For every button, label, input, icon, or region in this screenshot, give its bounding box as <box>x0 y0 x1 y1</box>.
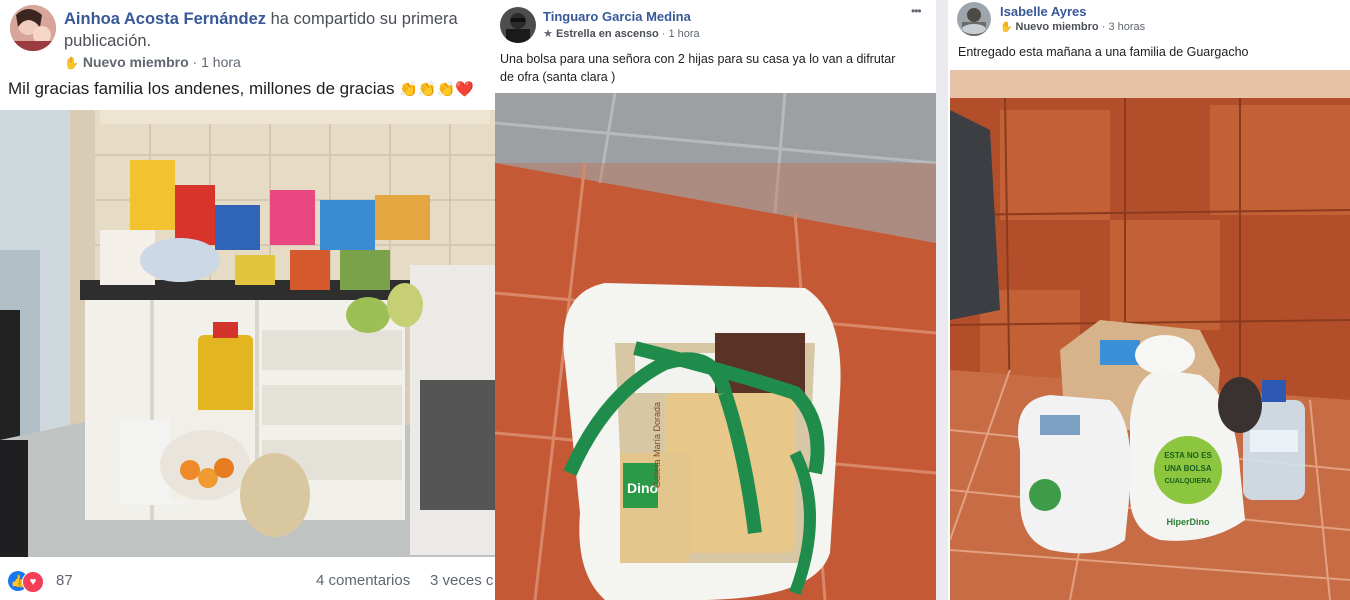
post-meta: ✋ Nuevo miembro · 3 horas <box>1000 21 1146 33</box>
post-meta: ★ Estrella en ascenso · 1 hora <box>543 28 700 40</box>
post-time[interactable]: 1 hora <box>668 28 699 40</box>
bag-text-2: UNA BOLSA <box>1164 464 1211 473</box>
star-icon: ★ <box>543 28 553 40</box>
divider <box>936 0 948 600</box>
emoji-row: 👏👏👏❤️ <box>399 81 474 98</box>
member-badge[interactable]: Nuevo miembro <box>83 54 189 70</box>
header-action: ha compartido su primera <box>270 10 458 28</box>
post-time[interactable]: 3 horas <box>1108 21 1145 33</box>
wave-icon: ✋ <box>1000 22 1013 33</box>
author-name[interactable]: Ainhoa Acosta Fernández <box>64 10 266 28</box>
post-body: Entregado esta mañana a una familia de G… <box>958 45 1249 59</box>
post-ainhoa: Ainhoa Acosta Fernández ha compartido su… <box>0 0 495 600</box>
more-options-icon[interactable]: ••• <box>911 4 922 18</box>
post-body: Mil gracias familia los andenes, millone… <box>8 79 395 98</box>
avatar[interactable] <box>957 2 991 36</box>
bag-label: Galleta María Dorada <box>652 402 662 488</box>
wave-icon: ✋ <box>64 56 79 70</box>
reaction-count[interactable]: 87 <box>56 572 73 589</box>
post-header: Ainhoa Acosta Fernández ha compartido su… <box>64 8 484 52</box>
post-text: Mil gracias familia los andenes, millone… <box>8 78 474 101</box>
shares-count[interactable]: 3 veces c <box>430 572 493 589</box>
bag-brand: HiperDino <box>1166 517 1210 527</box>
post-body-line1: Una bolsa para una señora con 2 hijas pa… <box>500 52 896 66</box>
post-photo-bag[interactable]: Dino Galleta María Dorada <box>495 93 936 600</box>
header-action-cont: publicación. <box>64 32 152 50</box>
member-badge[interactable]: Estrella en ascenso <box>556 28 659 40</box>
post-body-line2: de ofra (santa clara ) <box>500 70 616 84</box>
member-badge[interactable]: Nuevo miembro <box>1016 21 1099 33</box>
post-photo-kitchen[interactable] <box>0 110 495 557</box>
comments-count[interactable]: 4 comentarios <box>316 572 410 589</box>
author-name[interactable]: Isabelle Ayres <box>1000 4 1086 19</box>
post-tinguaro: Tinguaro Garcia Medina ★ Estrella en asc… <box>495 0 936 600</box>
avatar[interactable] <box>10 5 56 51</box>
love-icon[interactable]: ♥ <box>22 571 44 593</box>
post-isabelle: Isabelle Ayres ✋ Nuevo miembro · 3 horas… <box>948 0 1350 600</box>
bag-text-1: ESTA NO ES <box>1164 451 1212 460</box>
post-time[interactable]: 1 hora <box>201 54 241 70</box>
post-footer: 👍 ♥ 87 4 comentarios 3 veces c <box>8 569 495 593</box>
post-photo-delivery[interactable]: ESTA NO ES UNA BOLSA CUALQUIERA HiperDin… <box>950 70 1350 600</box>
post-text: Una bolsa para una señora con 2 hijas pa… <box>500 50 930 86</box>
author-name[interactable]: Tinguaro Garcia Medina <box>543 9 691 24</box>
avatar[interactable] <box>500 7 536 43</box>
bag-text-3: CUALQUIERA <box>1165 478 1212 485</box>
post-meta: ✋ Nuevo miembro · 1 hora <box>64 54 241 70</box>
